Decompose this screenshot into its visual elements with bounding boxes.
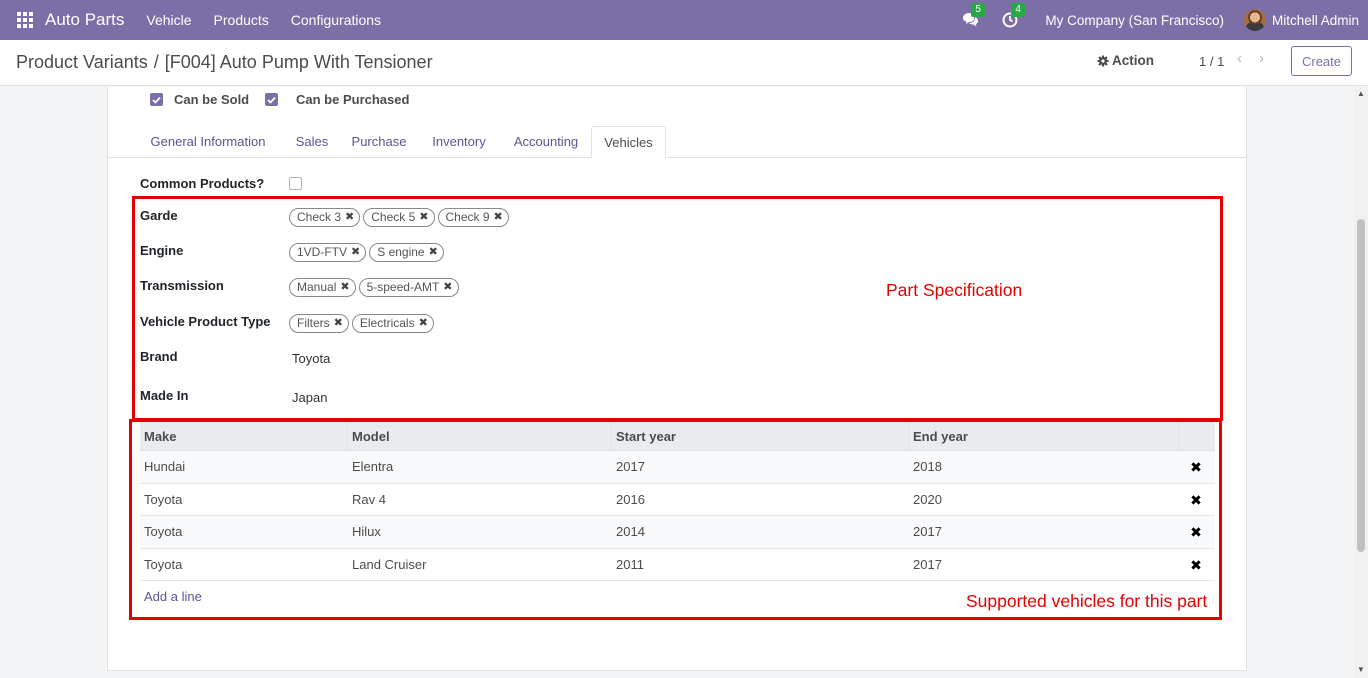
can-be-sold-field: Can be Sold [150,92,249,107]
tab-vehicles[interactable]: Vehicles [591,126,666,158]
menu-products[interactable]: Products [214,12,269,28]
tab-accounting[interactable]: Accounting [506,126,586,158]
scroll-down-icon[interactable]: ▼ [1357,665,1365,674]
tab-inventory[interactable]: Inventory [424,126,494,158]
checkmark-icon [152,96,161,104]
supported-vehicles-annotation: Supported vehicles for this part [966,591,1208,611]
tab-sales[interactable]: Sales [289,126,335,158]
form-view: Can be Sold Can be Purchased General Inf… [0,87,1368,678]
can-be-sold-label: Can be Sold [174,92,250,107]
scrollbar-thumb[interactable] [1357,219,1365,552]
form-sheet: Can be Sold Can be Purchased General Inf… [107,87,1247,671]
create-button[interactable]: Create [1291,46,1352,76]
common-products-checkbox[interactable] [289,177,302,190]
breadcrumb-separator: / [153,52,159,72]
breadcrumb: Product Variants / [F004] Auto Pump With T… [16,52,433,73]
gear-icon [1097,55,1109,66]
apps-menu-icon[interactable] [17,12,33,28]
checkmark-icon [267,96,276,104]
action-label: Action [1112,53,1154,68]
menu-configurations[interactable]: Configurations [291,12,381,28]
pager-next-icon[interactable]: › [1259,50,1264,67]
menu-vehicle[interactable]: Vehicle [146,12,191,28]
can-be-purchased-field: Can be Purchased [265,92,409,107]
messages-count-badge: 5 [971,3,985,17]
top-navbar: Auto Parts Vehicle Products Configuratio… [0,0,1368,40]
common-products-label: Common Products? [140,176,265,191]
pager-value[interactable]: 1 / 1 [1199,54,1224,69]
breadcrumb-parent[interactable]: Product Variants [16,52,148,72]
activities-button[interactable]: 4 [999,3,1025,31]
tab-general-information[interactable]: General Information [140,126,276,158]
notebook-tabs: General Information Sales Purchase Inven… [108,126,1246,158]
can-be-sold-checkbox[interactable] [150,93,163,106]
app-brand[interactable]: Auto Parts [45,10,124,30]
control-panel: Product Variants / [F004] Auto Pump With T… [0,40,1368,86]
can-be-purchased-label: Can be Purchased [296,92,410,107]
can-be-purchased-checkbox[interactable] [265,93,278,106]
tab-purchase[interactable]: Purchase [346,126,412,158]
supported-vehicles-highlight [129,419,1222,620]
activities-count-badge: 4 [1011,3,1025,17]
page-scrollbar[interactable]: ▲ ▼ [1354,87,1368,678]
messages-button[interactable]: 5 [959,3,985,31]
company-switcher[interactable]: My Company (San Francisco) [1045,13,1224,28]
action-menu-button[interactable]: Action [1097,53,1154,68]
pager-previous-icon[interactable]: ‹ [1237,50,1242,67]
part-specification-annotation: Part Specification [886,280,1023,300]
part-specification-highlight [132,196,1223,421]
user-avatar[interactable] [1243,9,1266,31]
breadcrumb-current: [F004] Auto Pump With Tensioner [164,52,433,72]
user-menu[interactable]: Mitchell Admin [1272,13,1359,28]
scroll-up-icon[interactable]: ▲ [1357,89,1365,98]
